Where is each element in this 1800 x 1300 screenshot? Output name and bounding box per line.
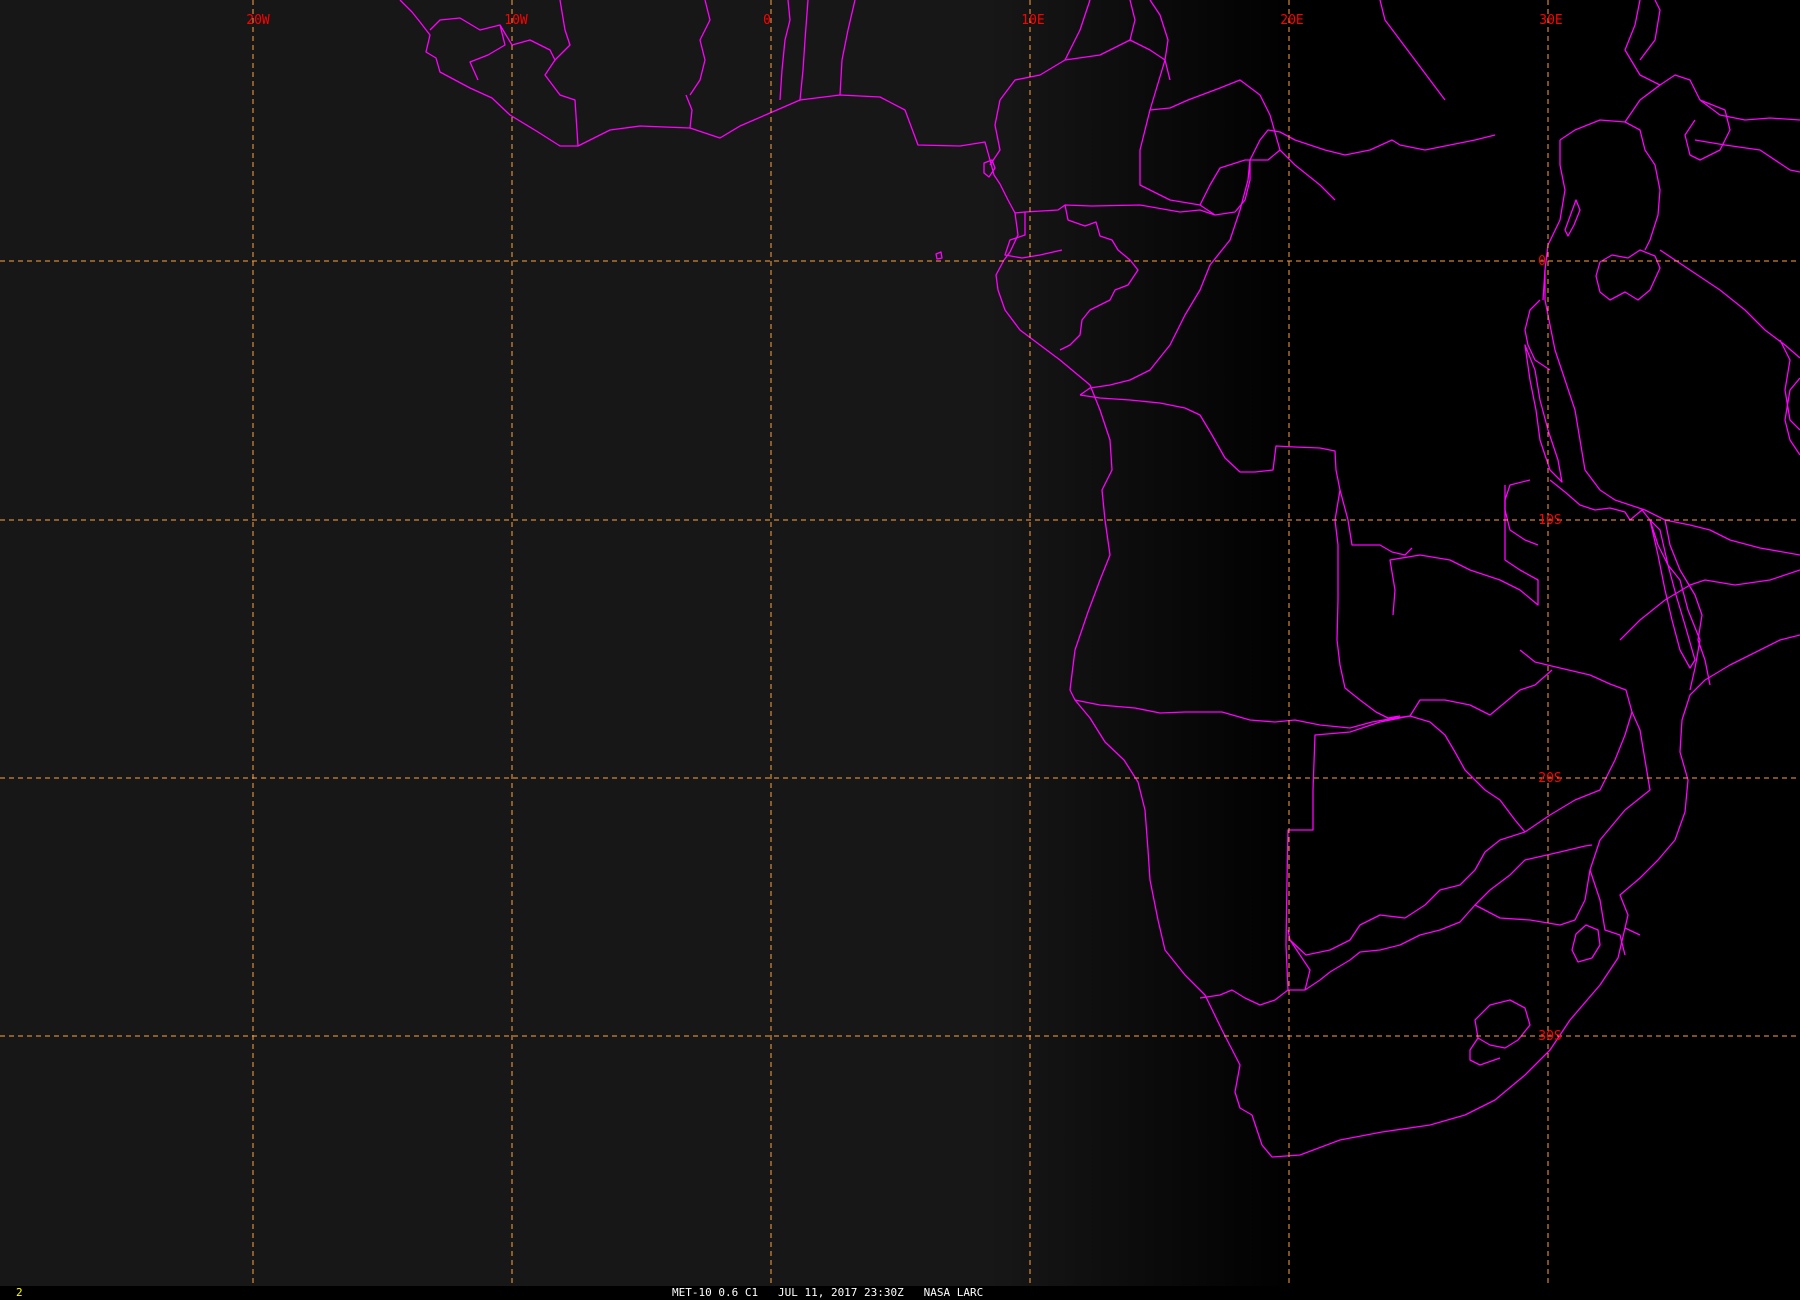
- longitude-label-10e: 10E: [1021, 13, 1044, 28]
- longitude-label-10w: 10W: [504, 13, 528, 28]
- map-canvas: 20W 10W 0 10E 20E 30E 0 10S 20S 30S: [0, 0, 1800, 1286]
- latitude-label-10s: 10S: [1538, 513, 1561, 528]
- longitude-label-30e: 30E: [1539, 13, 1562, 28]
- satellite-image-frame: 20W 10W 0 10E 20E 30E 0 10S 20S 30S: [0, 0, 1800, 1286]
- latitude-label-20s: 20S: [1538, 771, 1561, 786]
- latitude-label-0: 0: [1538, 254, 1546, 269]
- satellite-image-background: [0, 0, 1800, 1286]
- frame-number: 2: [16, 1286, 23, 1299]
- status-bar: 2 MET-10 0.6 C1 JUL 11, 2017 23:30Z NASA…: [0, 1286, 1800, 1300]
- longitude-label-20w: 20W: [246, 13, 270, 28]
- longitude-label-20e: 20E: [1280, 13, 1303, 28]
- latitude-label-30s: 30S: [1538, 1029, 1561, 1044]
- longitude-label-0: 0: [763, 13, 771, 28]
- image-caption: MET-10 0.6 C1 JUL 11, 2017 23:30Z NASA L…: [672, 1286, 984, 1299]
